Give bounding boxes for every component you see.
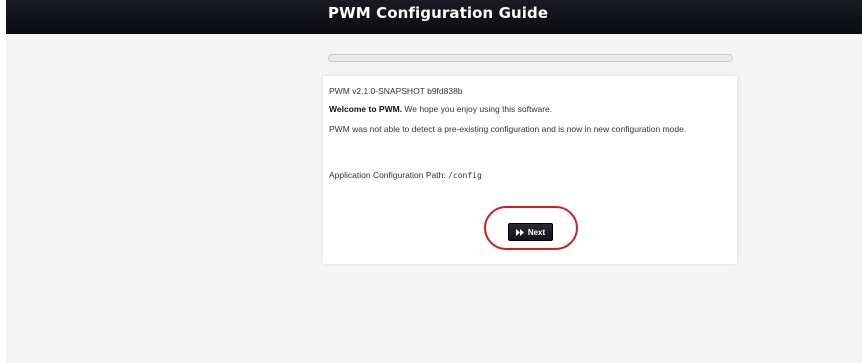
config-path-line: Application Configuration Path: /config [329,170,482,180]
left-gutter [0,0,6,363]
fast-forward-icon [515,228,524,236]
version-text: PWM v2.1.0-SNAPSHOT b9fd838b [329,86,463,96]
content-panel: PWM v2.1.0-SNAPSHOT b9fd838b Welcome to … [323,76,737,264]
config-path-value: /config [448,171,482,180]
detect-message: PWM was not able to detect a pre-existin… [329,124,687,134]
page: PWM Configuration Guide PWM v2.1.0-SNAPS… [0,0,862,363]
progress-bar [328,54,733,62]
config-path-label: Application Configuration Path: [329,170,449,180]
header-bar: PWM Configuration Guide [6,0,862,34]
welcome-rest: We hope you enjoy using this software. [402,104,553,114]
page-title: PWM Configuration Guide [328,4,549,22]
welcome-bold: Welcome to PWM. [329,104,403,114]
next-button-label: Next [527,227,546,237]
next-button[interactable]: Next [508,223,553,241]
welcome-text: Welcome to PWM. We hope you enjoy using … [329,104,552,114]
